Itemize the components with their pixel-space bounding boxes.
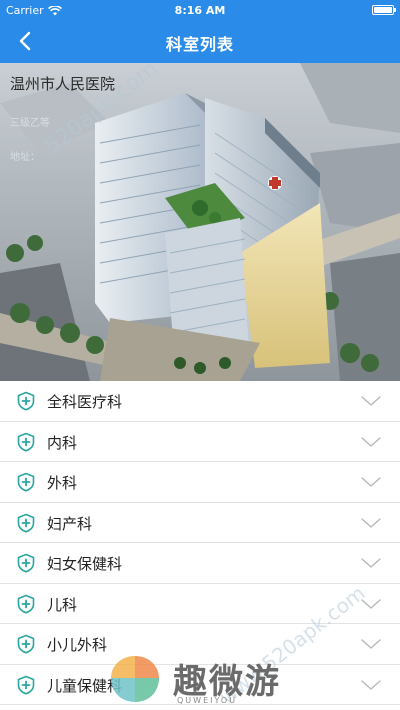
chevron-down-icon <box>361 436 381 447</box>
chevron-down-icon <box>361 679 381 690</box>
department-row[interactable]: 儿童保健科 <box>0 664 400 705</box>
shield-plus-icon <box>17 432 35 452</box>
chevron-down-icon <box>361 477 381 487</box>
department-label: 儿童保健科 <box>47 676 123 695</box>
battery-icon <box>372 5 396 15</box>
department-label: 小儿外科 <box>47 636 108 654</box>
chevron-down-icon <box>361 558 381 568</box>
department-row[interactable]: 妇女保健科 <box>0 543 400 584</box>
department-label: 儿科 <box>47 595 78 614</box>
shield-plus-icon <box>17 472 35 492</box>
department-label: 外科 <box>47 474 78 492</box>
shield-plus-icon <box>17 391 35 411</box>
shield-plus-icon <box>17 553 35 573</box>
navigation-bar: 科室列表 <box>0 20 400 63</box>
top-bar: Carrier 8:16 AM 科室列表 <box>0 0 400 63</box>
shield-plus-icon <box>17 634 35 654</box>
department-row[interactable]: 全科医疗科 <box>0 381 400 422</box>
hospital-level: 三级乙等 <box>10 118 50 129</box>
department-label: 内科 <box>47 433 78 452</box>
hospital-banner: 温州市人民医院 三级乙等 地址： <box>0 63 400 381</box>
chevron-down-icon <box>361 396 381 406</box>
department-label: 全科医疗科 <box>47 393 123 411</box>
department-row[interactable]: 儿科 <box>0 583 400 624</box>
chevron-down-icon <box>361 517 381 528</box>
chevron-down-icon <box>361 639 381 649</box>
department-row[interactable]: 内科 <box>0 421 400 462</box>
department-row[interactable]: 妇产科 <box>0 502 400 543</box>
chevron-down-icon <box>361 598 381 609</box>
hospital-name: 温州市人民医院 <box>10 75 116 93</box>
page-title: 科室列表 <box>165 35 234 54</box>
status-time: 8:16 AM <box>174 4 226 17</box>
department-list: 全科医疗科内科外科妇产科妇女保健科儿科小儿外科儿童保健科 <box>0 381 400 705</box>
department-label: 妇女保健科 <box>47 555 123 573</box>
department-label: 妇产科 <box>47 514 93 533</box>
hospital-building-image <box>0 63 400 381</box>
status-bar: Carrier 8:16 AM <box>0 0 400 20</box>
hospital-address-label: 地址： <box>10 152 40 163</box>
shield-plus-icon <box>17 675 35 695</box>
shield-plus-icon <box>17 513 35 533</box>
department-row[interactable]: 小儿外科 <box>0 624 400 665</box>
shield-plus-icon <box>17 594 35 614</box>
department-row[interactable]: 外科 <box>0 462 400 503</box>
